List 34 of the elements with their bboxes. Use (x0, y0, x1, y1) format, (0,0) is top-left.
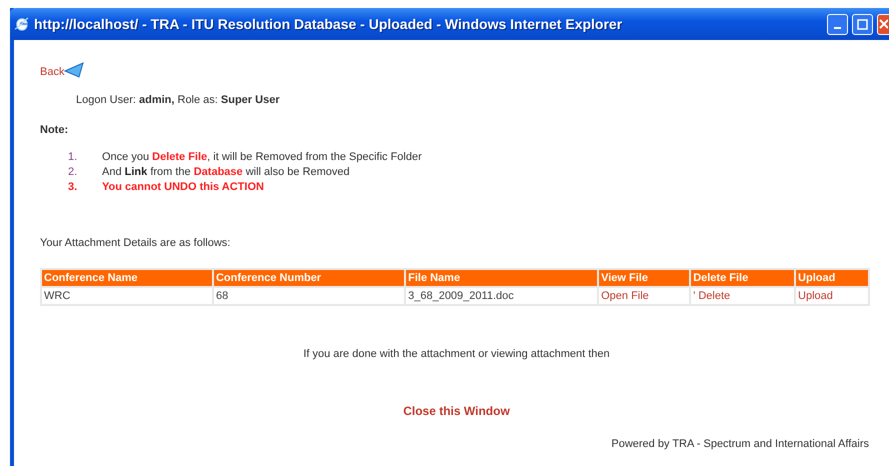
note-text: Once you Delete File, it will be Removed from the Specific Folder (102, 151, 422, 163)
note-text: And Link from the Database will also be Removed (102, 166, 350, 178)
done-text: If you are done with the attachment or viewing attachment then (302, 348, 611, 360)
column-header: View File (599, 270, 690, 286)
note-text: You cannot UNDO this ACTION (102, 181, 264, 193)
footer-text: Powered by TRA - Spectrum and International Affairs (610, 438, 870, 450)
table-link[interactable]: Upload (798, 290, 833, 302)
back-arrow-icon (64, 62, 84, 78)
column-header: File Name (406, 270, 598, 286)
window-title: http://localhost/ - TRA - ITU Resolution Database - Uploaded - Windows Internet Explorer (34, 16, 624, 32)
back-link[interactable]: Back (40, 66, 64, 78)
maximize-icon (857, 18, 868, 30)
table-link[interactable]: Open File (601, 290, 649, 302)
column-header: Conference Number (214, 270, 404, 286)
table-cell: 68 (214, 288, 404, 304)
table-link[interactable]: ' Delete (693, 290, 730, 302)
column-header: Upload (796, 270, 868, 286)
close-window-link[interactable]: Close this Window (403, 404, 510, 418)
note-number: 2. (68, 166, 78, 178)
column-header: Delete File (691, 270, 794, 286)
browser-icon (14, 16, 30, 32)
table-cell: WRC (42, 288, 212, 304)
note-heading: Note: (40, 124, 70, 136)
maximize-button[interactable] (852, 14, 873, 34)
note-number: 1. (68, 151, 78, 163)
note-number: 3. (68, 181, 78, 193)
column-header: Conference Name (42, 270, 212, 286)
table-cell: 3_68_2009_2011.doc (406, 288, 598, 304)
close-button[interactable] (877, 14, 889, 34)
minimize-button[interactable] (827, 14, 848, 34)
logon-info: Logon User: admin, Role as: Super User (76, 94, 281, 106)
intro-text: Your Attachment Details are as follows: (40, 237, 232, 249)
minimize-icon (834, 27, 841, 29)
close-icon (878, 18, 888, 30)
